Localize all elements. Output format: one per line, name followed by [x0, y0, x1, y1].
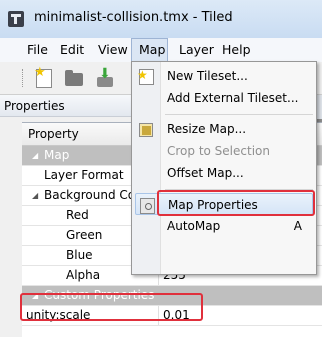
title-bar: minimalist-collision.tmx - Tiled: [0, 0, 322, 38]
menu-item-label: Crop to Selection: [167, 144, 270, 158]
save-icon[interactable]: [94, 66, 116, 89]
map-properties-highlight-box: [157, 190, 315, 216]
menu-separator: [165, 114, 313, 115]
menu-item-resize-map[interactable]: Resize Map...: [132, 118, 316, 140]
property-name: Blue: [66, 248, 93, 262]
menu-item-shortcut: A: [293, 219, 302, 233]
unity-scale-highlight-box: [20, 293, 203, 321]
tiled-app-icon: [8, 11, 24, 27]
properties-panel-title: Properties: [0, 95, 135, 117]
menu-item-label: Add External Tileset...: [167, 91, 299, 105]
toolbar-grip[interactable]: [22, 69, 25, 87]
new-icon[interactable]: [32, 65, 54, 89]
menu-item-automap[interactable]: AutoMap A: [132, 215, 316, 237]
menu-layer[interactable]: Layer: [172, 38, 221, 62]
window-title: minimalist-collision.tmx - Tiled: [34, 10, 233, 25]
property-name: Green: [66, 228, 103, 242]
property-name: Background Co: [44, 188, 136, 202]
new-tileset-icon: [137, 64, 154, 86]
menu-map[interactable]: Map: [131, 38, 168, 62]
menu-help[interactable]: Help: [215, 38, 258, 62]
menu-item-new-tileset[interactable]: New Tileset...: [132, 64, 316, 87]
property-name: Alpha: [66, 268, 101, 282]
collapse-triangle-icon[interactable]: ◢: [32, 146, 38, 165]
menu-item-label: New Tileset...: [167, 69, 248, 83]
property-name: Layer Format: [44, 168, 124, 182]
property-column-label: Property: [28, 127, 79, 141]
group-label: Map: [44, 148, 70, 162]
map-properties-icon: [139, 197, 155, 214]
menu-item-crop-to-selection: Crop to Selection: [132, 140, 316, 162]
menu-item-label: Offset Map...: [167, 166, 244, 180]
menu-view[interactable]: View: [91, 38, 135, 62]
map-menu-dropdown: New Tileset... Add External Tileset... R…: [131, 61, 317, 275]
menu-item-offset-map[interactable]: Offset Map...: [132, 162, 316, 184]
open-icon[interactable]: [63, 67, 85, 89]
menu-bar: File Edit View Map Layer Help: [0, 38, 322, 63]
panel-left-gutter: [0, 117, 22, 336]
menu-item-label: Resize Map...: [167, 122, 247, 136]
resize-map-icon: [138, 121, 154, 137]
menu-edit[interactable]: Edit: [53, 38, 91, 62]
menu-item-label: AutoMap: [167, 219, 221, 233]
menu-file[interactable]: File: [20, 38, 55, 62]
menu-item-add-external-tileset[interactable]: Add External Tileset...: [132, 87, 316, 109]
property-name: Red: [66, 208, 89, 222]
collapse-triangle-icon[interactable]: ◢: [32, 186, 38, 205]
